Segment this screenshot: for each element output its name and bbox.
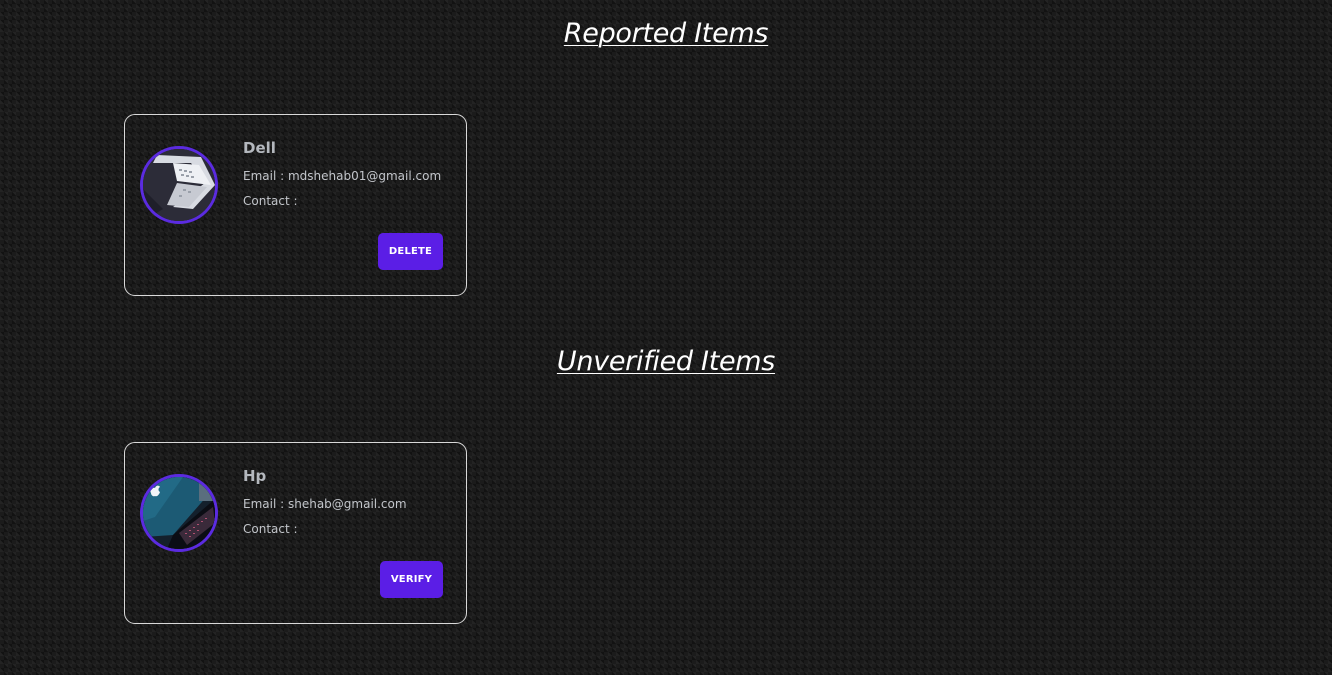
verify-button[interactable]: VERIFY [380,561,443,598]
item-email: Email : mdshehab01@gmail.com [243,169,441,185]
item-info: Dell Email : mdshehab01@gmail.com Contac… [243,139,441,219]
reported-item-card: Dell Email : mdshehab01@gmail.com Contac… [124,114,467,296]
unverified-item-card: Hp Email : shehab@gmail.com Contact : VE… [124,442,467,624]
item-image-avatar [140,474,218,552]
laptop-photo-icon [143,149,215,221]
item-info: Hp Email : shehab@gmail.com Contact : [243,467,407,547]
email-value: shehab@gmail.com [287,497,407,511]
delete-button[interactable]: DELETE [378,233,443,270]
item-email: Email : shehab@gmail.com [243,497,407,513]
contact-label: Contact : [243,194,298,208]
item-name: Hp [243,467,267,485]
email-label: Email : [243,497,288,511]
unverified-items-title: Unverified Items [556,346,776,377]
item-contact: Contact : [243,522,407,538]
item-contact: Contact : [243,194,441,210]
email-value: mdshehab01@gmail.com [287,169,442,183]
item-image-avatar [140,146,218,224]
email-label: Email : [243,169,288,183]
reported-items-title: Reported Items [563,18,769,49]
item-name: Dell [243,139,276,157]
contact-label: Contact : [243,522,298,536]
laptop-photo-icon [143,477,215,549]
